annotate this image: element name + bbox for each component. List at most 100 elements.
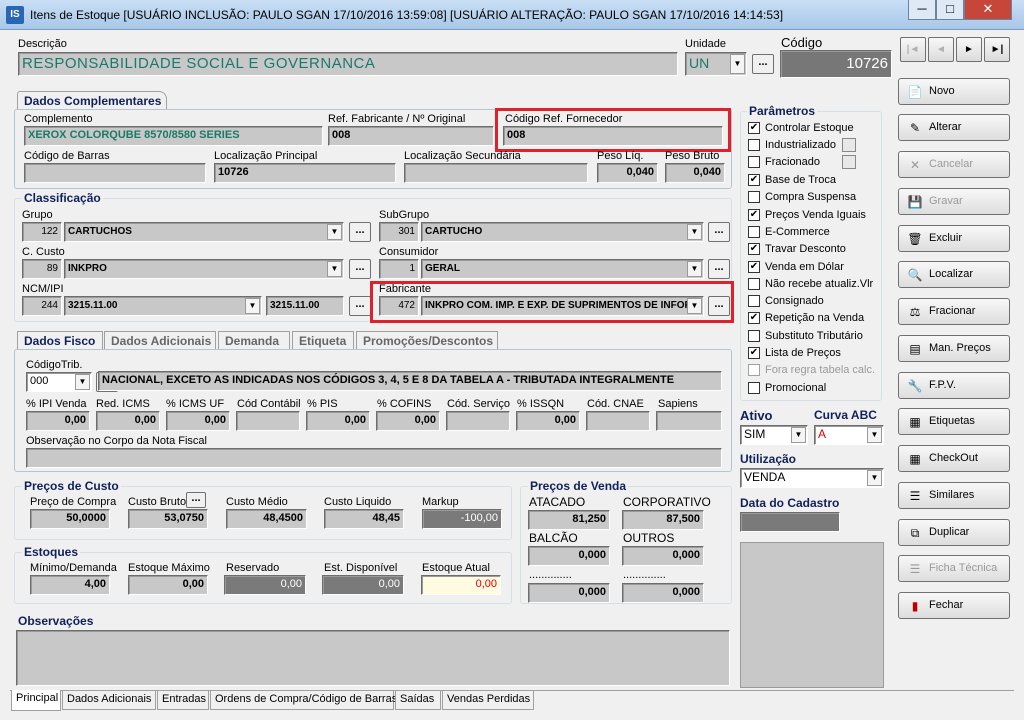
fracionado-checkbox[interactable] — [748, 156, 760, 168]
unidade-lookup-button[interactable]: ... — [752, 54, 774, 74]
man-precos-button[interactable]: ▤ Man. Preços — [898, 335, 1010, 362]
similares-button[interactable]: ☰ Similares — [898, 482, 1010, 509]
novo-button[interactable]: 📄 Novo — [898, 78, 1010, 105]
localizacao-principal-input[interactable]: 10726 — [214, 163, 396, 183]
consumidor-select[interactable]: GERAL ▼ — [421, 259, 704, 279]
cod-contabil-input[interactable] — [236, 411, 300, 431]
tab-ordens-compra[interactable]: Ordens de Compra/Código de Barras — [210, 691, 397, 710]
fora-regra-checkbox[interactable] — [748, 364, 760, 376]
descricao-input[interactable]: RESPONSABILIDADE SOCIAL E GOVERNANCA — [18, 52, 678, 76]
grupo-code[interactable]: 122 — [22, 222, 62, 242]
cod-servico-input[interactable] — [446, 411, 510, 431]
codigo-trib-select[interactable]: 000 ▼ — [26, 372, 92, 392]
ncm-lookup-button[interactable]: ... — [349, 296, 371, 316]
extra2-input[interactable]: 0,000 — [622, 583, 704, 603]
consumidor-lookup-button[interactable]: ... — [708, 259, 730, 279]
ref-fabricante-input[interactable]: 008 — [328, 126, 494, 146]
prev-record-button[interactable]: ◄ — [928, 37, 954, 62]
precos-venda-iguais-checkbox[interactable]: ✔ — [748, 209, 760, 221]
localizar-button[interactable]: 🔍 Localizar — [898, 261, 1010, 288]
cod-cnae-input[interactable] — [586, 411, 650, 431]
localizacao-secundaria-input[interactable] — [404, 163, 588, 183]
tab-principal[interactable]: Principal — [11, 690, 61, 711]
tab-dados-adicionais[interactable]: Dados Adicionais — [104, 331, 216, 349]
grupo-lookup-button[interactable]: ... — [349, 222, 371, 242]
first-record-button[interactable]: |◄ — [900, 37, 926, 62]
ncm-code[interactable]: 244 — [22, 296, 62, 316]
corporativo-input[interactable]: 87,500 — [622, 510, 704, 530]
minimo-input[interactable]: 4,00 — [30, 575, 110, 595]
obs-nota-input[interactable] — [26, 448, 722, 468]
subgrupo-code[interactable]: 301 — [379, 222, 419, 242]
custo-bruto-lookup-button[interactable]: ... — [186, 492, 206, 508]
codigo-barras-input[interactable] — [24, 163, 206, 183]
close-button[interactable]: ✕ — [964, 0, 1012, 20]
minimize-button[interactable]: ─ — [908, 0, 936, 20]
substituto-tributario-checkbox[interactable] — [748, 330, 760, 342]
gravar-button[interactable]: 💾 Gravar — [898, 188, 1010, 215]
ativo-select[interactable]: SIM ▼ — [740, 425, 808, 445]
peso-liq-input[interactable]: 0,040 — [597, 163, 658, 183]
tab-bottom-dados-adicionais[interactable]: Dados Adicionais — [62, 691, 156, 710]
tab-dados-complementares[interactable]: Dados Complementares — [17, 91, 167, 109]
tab-demanda[interactable]: Demanda — [218, 331, 290, 349]
compra-suspensa-checkbox[interactable] — [748, 191, 760, 203]
ficha-tecnica-button[interactable]: ☰ Ficha Técnica — [898, 555, 1010, 582]
extra1-input[interactable]: 0,000 — [528, 583, 610, 603]
outros-input[interactable]: 0,000 — [622, 546, 704, 566]
excluir-button[interactable]: 🗑 Excluir — [898, 225, 1010, 252]
cancelar-button[interactable]: ✕ Cancelar — [898, 151, 1010, 178]
issqn-input[interactable]: 0,00 — [516, 411, 580, 431]
ccusto-select[interactable]: INKPRO ▼ — [64, 259, 344, 279]
peso-bruto-input[interactable]: 0,040 — [665, 163, 725, 183]
grupo-select[interactable]: CARTUCHOS ▼ — [64, 222, 344, 242]
alterar-button[interactable]: ✎ Alterar — [898, 114, 1010, 141]
repeticao-venda-checkbox[interactable]: ✔ — [748, 312, 760, 324]
cofins-input[interactable]: 0,00 — [376, 411, 440, 431]
fracionado-extra-button[interactable] — [842, 155, 856, 169]
fracionar-button[interactable]: ⚖ Fracionar — [898, 298, 1010, 325]
consumidor-code[interactable]: 1 — [379, 259, 419, 279]
last-record-button[interactable]: ►| — [984, 37, 1010, 62]
ccusto-code[interactable]: 89 — [22, 259, 62, 279]
custo-liquido-input[interactable]: 48,45 — [324, 509, 404, 529]
atacado-input[interactable]: 81,250 — [528, 510, 610, 530]
tab-promocoes[interactable]: Promoções/Descontos — [356, 331, 498, 349]
icms-uf-input[interactable]: 0,00 — [166, 411, 230, 431]
lista-precos-checkbox[interactable]: ✔ — [748, 347, 760, 359]
utilizacao-select[interactable]: VENDA ▼ — [740, 468, 884, 488]
custo-bruto-input[interactable]: 53,0750 — [128, 509, 208, 529]
tab-vendas-perdidas[interactable]: Vendas Perdidas — [442, 691, 534, 710]
next-record-button[interactable]: ► — [956, 37, 982, 62]
venda-dolar-checkbox[interactable]: ✔ — [748, 261, 760, 273]
base-troca-checkbox[interactable]: ✔ — [748, 174, 760, 186]
pis-input[interactable]: 0,00 — [306, 411, 370, 431]
custo-medio-input[interactable]: 48,4500 — [226, 509, 307, 529]
subgrupo-select[interactable]: CARTUCHO ▼ — [421, 222, 704, 242]
promocional-checkbox[interactable] — [748, 382, 760, 394]
ncm-text[interactable]: 3215.11.00 — [266, 296, 344, 316]
subgrupo-lookup-button[interactable]: ... — [708, 222, 730, 242]
tab-dados-fisco[interactable]: Dados Fisco — [17, 331, 103, 349]
balcao-input[interactable]: 0,000 — [528, 546, 610, 566]
tab-saidas[interactable]: Saídas — [395, 691, 441, 710]
observacoes-input[interactable] — [16, 630, 730, 686]
ncm-select[interactable]: 3215.11.00 ▼ — [64, 296, 262, 316]
tab-entradas[interactable]: Entradas — [157, 691, 209, 710]
sapiens-input[interactable] — [656, 411, 722, 431]
controlar-estoque-checkbox[interactable]: ✔ — [748, 122, 760, 134]
ccusto-lookup-button[interactable]: ... — [349, 259, 371, 279]
nao-recebe-atualiz-checkbox[interactable] — [748, 278, 760, 290]
preco-compra-input[interactable]: 50,0000 — [30, 509, 110, 529]
industrializado-checkbox[interactable] — [748, 139, 760, 151]
unidade-select[interactable]: UN ▼ — [685, 52, 747, 76]
checkout-button[interactable]: ▦ CheckOut — [898, 445, 1010, 472]
travar-desconto-checkbox[interactable]: ✔ — [748, 243, 760, 255]
consignado-checkbox[interactable] — [748, 295, 760, 307]
curva-abc-select[interactable]: A ▼ — [814, 425, 884, 445]
maximize-button[interactable]: □ — [936, 0, 964, 20]
maximo-input[interactable]: 0,00 — [128, 575, 208, 595]
red-icms-input[interactable]: 0,00 — [96, 411, 160, 431]
ipi-venda-input[interactable]: 0,00 — [26, 411, 90, 431]
duplicar-button[interactable]: ⧉ Duplicar — [898, 519, 1010, 546]
